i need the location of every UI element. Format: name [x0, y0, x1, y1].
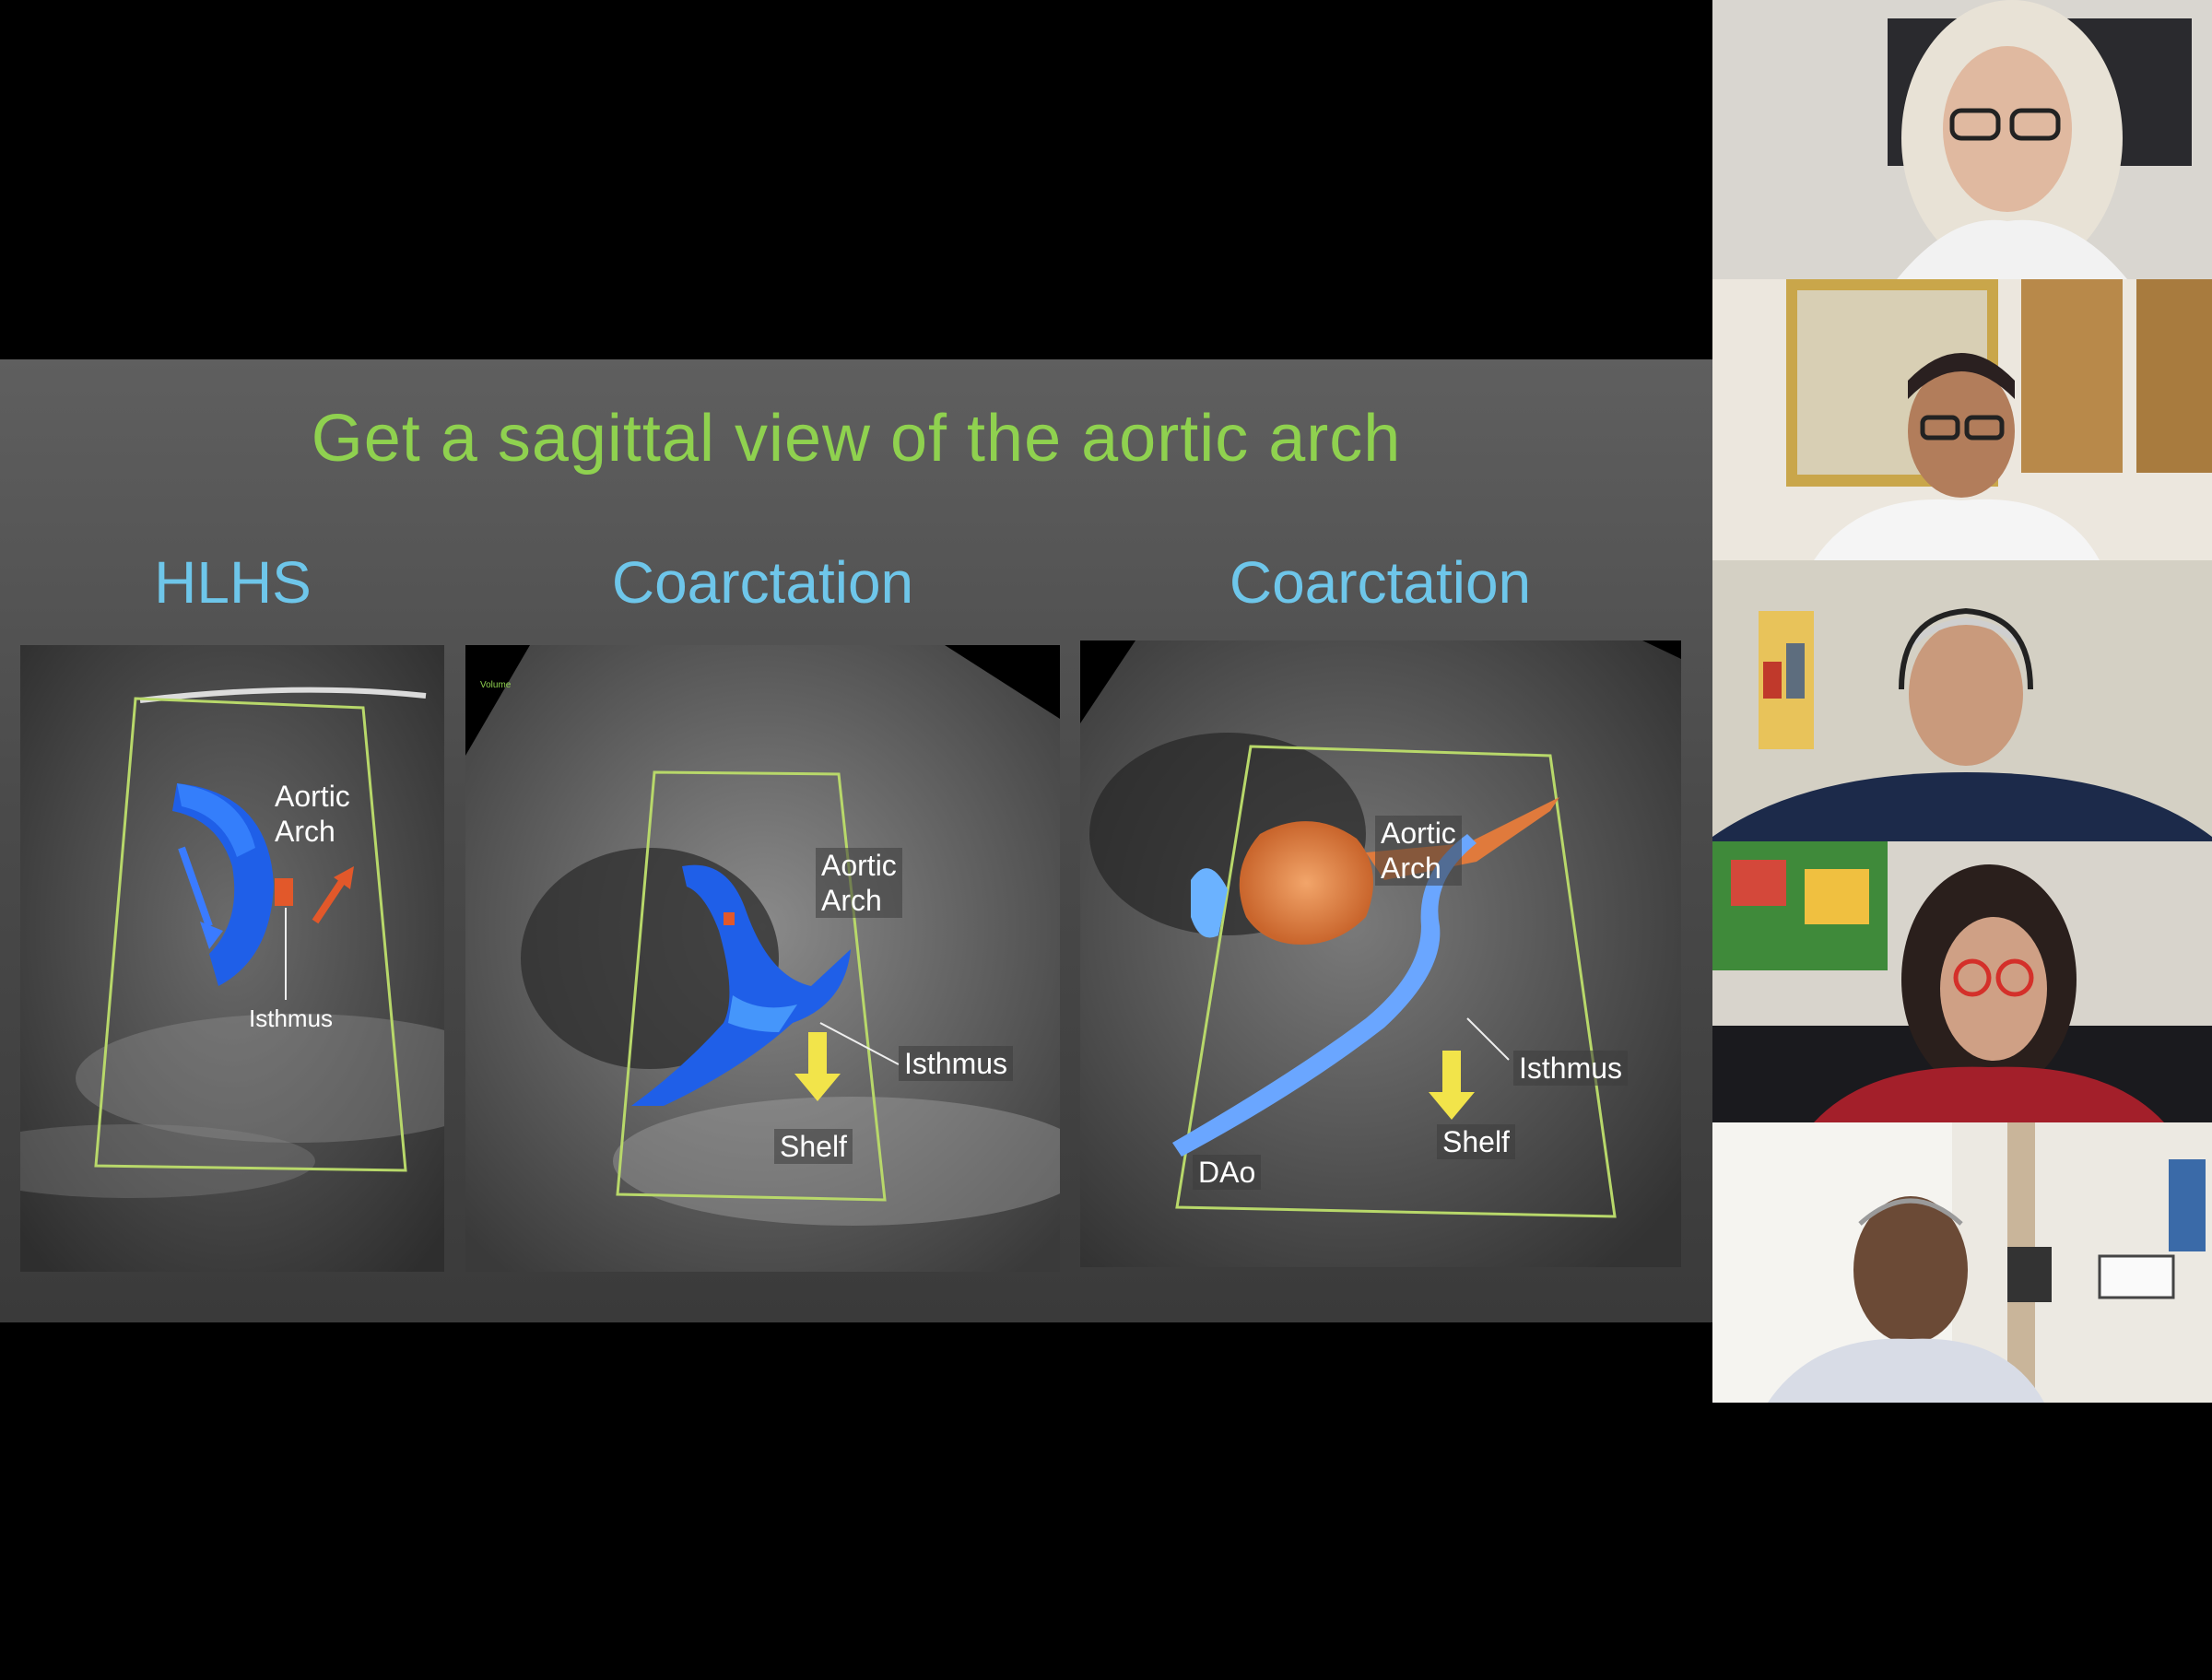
participant-video-1[interactable]: [1712, 0, 2212, 279]
label-isthmus: Isthmus: [1513, 1051, 1629, 1086]
participant-video-man-headset-icon: [1712, 560, 2212, 841]
ultrasound-coarctation-2-graphic: [1080, 640, 1681, 1267]
panel-heading-coarctation-2: Coarctation: [1229, 549, 1532, 616]
label-aortic-arch: Aortic Arch: [1375, 816, 1462, 886]
panel-heading-hlhs: HLHS: [154, 549, 312, 616]
participant-video-4[interactable]: [1712, 841, 2212, 1122]
ultrasound-hlhs-graphic: [20, 645, 444, 1272]
participant-video-5[interactable]: [1712, 1122, 2212, 1403]
participant-video-man-icon: [1712, 1122, 2212, 1403]
label-aortic-arch: Aortic Arch: [275, 780, 350, 848]
ultrasound-coarctation-1-graphic: Volume: [465, 645, 1060, 1272]
participant-video-woman-red-glasses-icon: [1712, 841, 2212, 1122]
slide-title: Get a sagittal view of the aortic arch: [311, 402, 1402, 476]
ultrasound-image-coarctation-1: Volume Aortic Arch Isthmus Shelf: [465, 645, 1060, 1272]
ultrasound-image-hlhs: Aortic Arch Isthmus: [20, 645, 444, 1272]
presentation-slide: Get a sagittal view of the aortic arch H…: [0, 359, 1712, 1322]
participant-video-woman-glasses-icon: [1712, 0, 2212, 279]
participant-video-man-glasses-icon: [1712, 279, 2212, 560]
panel-heading-coarctation-1: Coarctation: [611, 549, 914, 616]
participant-video-2[interactable]: [1712, 279, 2212, 560]
label-shelf: Shelf: [1437, 1124, 1515, 1159]
label-isthmus: Isthmus: [899, 1046, 1014, 1081]
label-aortic-arch: Aortic Arch: [816, 848, 902, 918]
label-dao: DAo: [1193, 1155, 1262, 1190]
shared-screen: Get a sagittal view of the aortic arch H…: [0, 0, 1712, 1680]
label-shelf: Shelf: [774, 1129, 853, 1164]
svg-text:Volume: Volume: [480, 680, 512, 690]
participant-gallery: [1712, 0, 2212, 1403]
participant-video-3[interactable]: [1712, 560, 2212, 841]
ultrasound-image-coarctation-2: Aortic Arch Isthmus Shelf DAo: [1080, 640, 1681, 1267]
label-isthmus: Isthmus: [249, 1004, 334, 1032]
